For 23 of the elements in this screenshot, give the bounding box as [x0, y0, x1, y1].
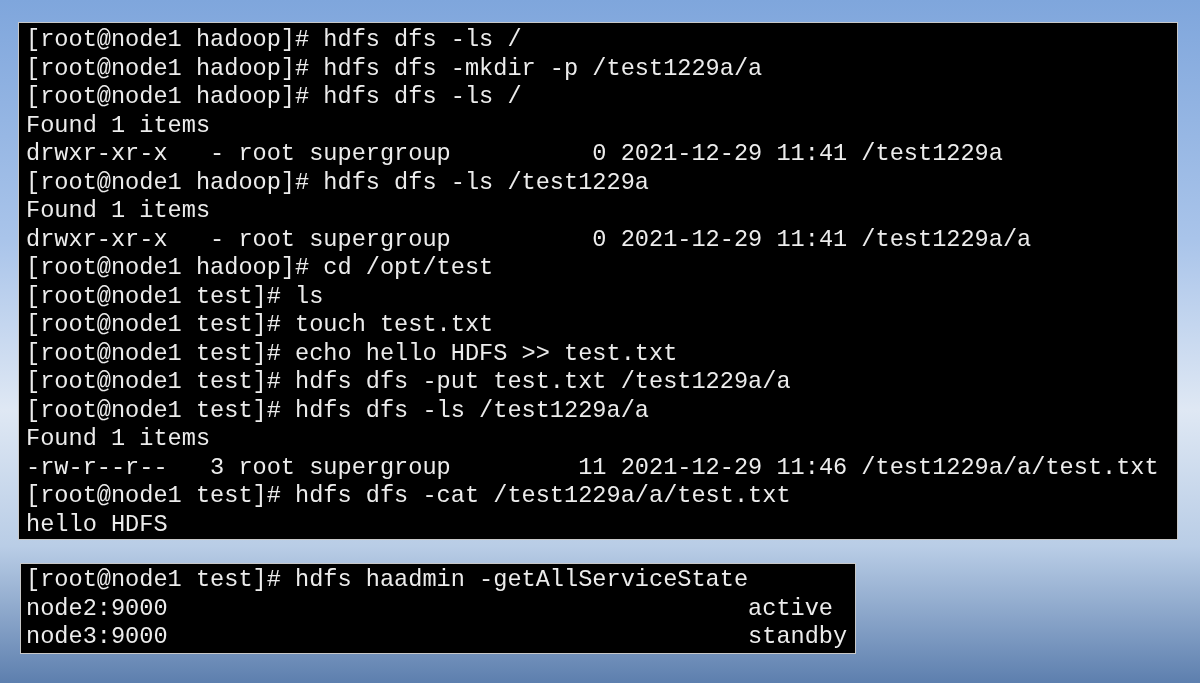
terminal-line: Found 1 items: [26, 111, 211, 140]
terminal-line: drwxr-xr-x - root supergroup 0 2021-12-29 11:41 /test1229a: [26, 140, 1003, 169]
terminal-line: [root@node1 hadoop]# hdfs dfs -ls /: [26, 83, 522, 112]
terminal-line: Found 1 items: [26, 425, 211, 454]
terminal-line: [root@node1 hadoop]# cd /opt/test: [26, 254, 494, 283]
terminal-line: [root@node1 test]# ls: [26, 282, 324, 311]
terminal-line: -rw-r--r-- 3 root supergroup 11 2021-12-29 11:46 /test1229a/a/test.txt: [26, 453, 1159, 482]
terminal-line: [root@node1 hadoop]# hdfs dfs -mkdir -p /test1229a/a: [26, 54, 763, 83]
terminal-line: [root@node1 test]# hdfs haadmin -getAllServiceState: [26, 566, 749, 595]
terminal-line: Found 1 items: [26, 197, 211, 226]
terminal-line: [root@node1 hadoop]# hdfs dfs -ls /: [26, 26, 522, 55]
terminal-line: [root@node1 test]# hdfs dfs -cat /test1229a/a/test.txt: [26, 482, 791, 511]
service-host: node2:9000: [26, 594, 169, 623]
service-state: standby: [748, 623, 848, 652]
service-state: active: [748, 594, 834, 623]
terminal-line: [root@node1 hadoop]# hdfs dfs -ls /test1229a: [26, 168, 649, 197]
service-host: node3:9000: [26, 623, 169, 652]
terminal-line: [root@node1 test]# hdfs dfs -put test.txt /test1229a/a: [26, 368, 791, 397]
terminal-line: [root@node1 test]# touch test.txt: [26, 311, 494, 340]
terminal-line: hello HDFS: [26, 510, 168, 539]
terminal-line: [root@node1 test]# echo hello HDFS >> test.txt: [26, 339, 678, 368]
terminal-line: [root@node1 test]# hdfs dfs -ls /test1229a/a: [26, 396, 649, 425]
terminal-line: drwxr-xr-x - root supergroup 0 2021-12-29 11:41 /test1229a/a: [26, 225, 1032, 254]
